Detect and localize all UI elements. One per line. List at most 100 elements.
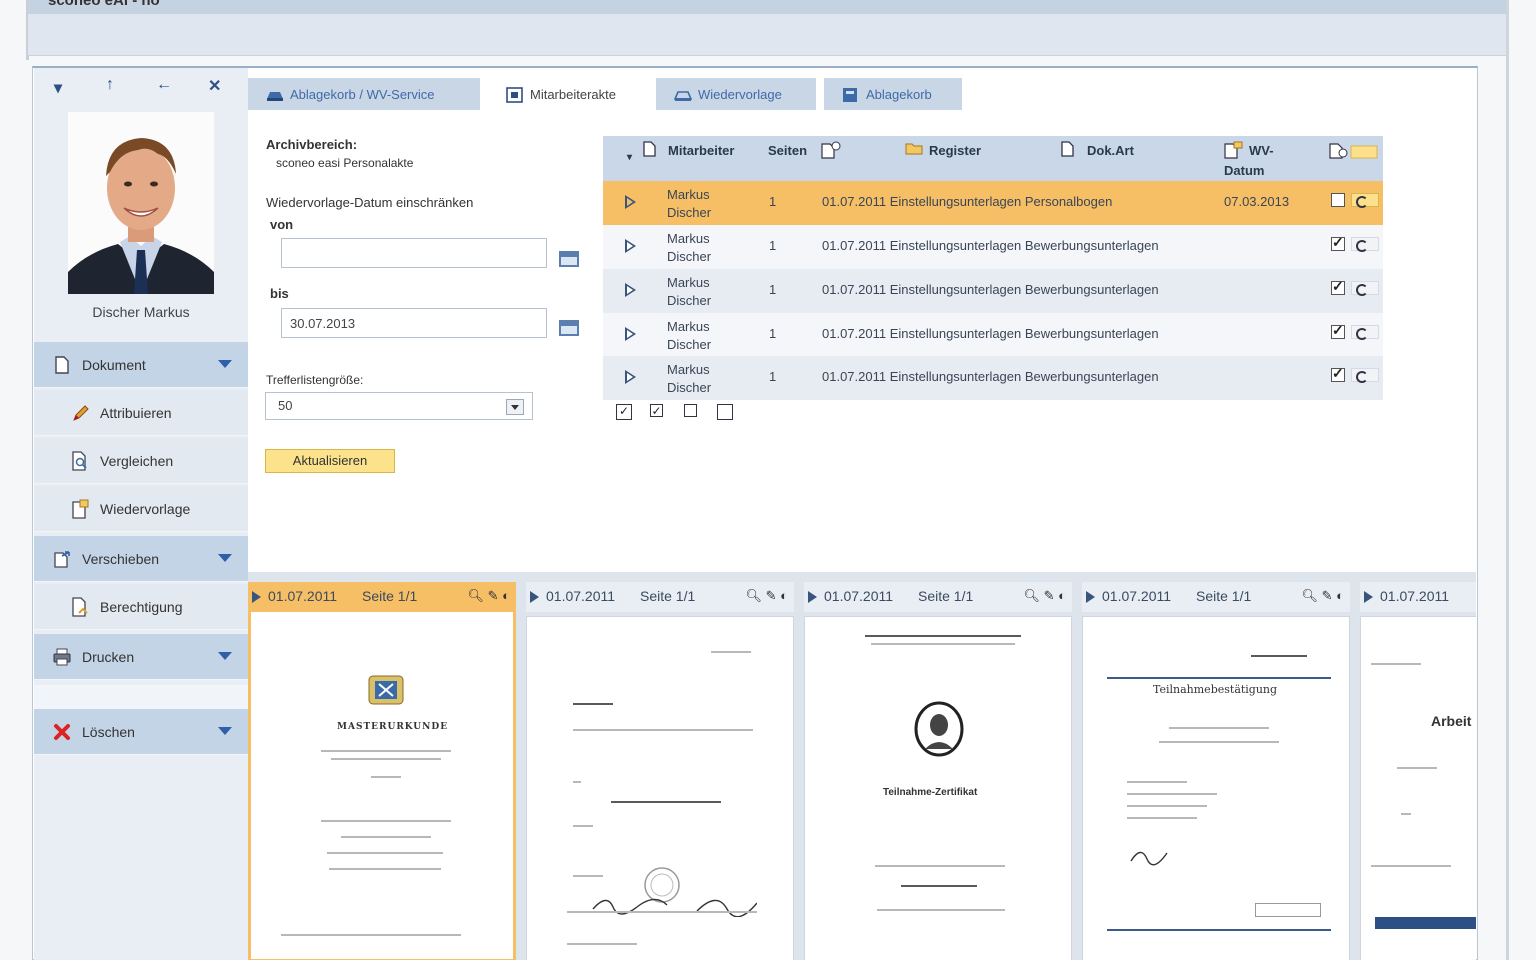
play-icon[interactable]	[625, 195, 636, 209]
person-name: Discher Markus	[92, 304, 190, 320]
play-icon[interactable]	[625, 370, 636, 384]
col-wv-date[interactable]: WV-	[1249, 141, 1274, 161]
row-checkbox[interactable]	[1331, 234, 1345, 251]
sidebar-item-dokument[interactable]: Dokument	[34, 342, 248, 388]
collapse-down-icon[interactable]: ▾	[54, 78, 62, 98]
tab-wiedervorlage[interactable]: Wiedervorlage	[656, 78, 816, 110]
signature-icon	[1130, 851, 1168, 866]
sort-icon[interactable]: ▾	[627, 148, 632, 168]
col-register[interactable]: Register	[929, 141, 981, 161]
play-icon[interactable]	[625, 283, 636, 297]
permission-icon	[70, 596, 90, 617]
listsize-select[interactable]: 50	[265, 392, 533, 420]
to-date-input[interactable]: 30.07.2013	[281, 308, 547, 338]
thumbnail[interactable]: 01.07.2011 Arbeit	[1360, 582, 1476, 960]
play-icon[interactable]	[530, 591, 539, 603]
calendar-icon[interactable]	[559, 251, 579, 267]
chevron-down-icon[interactable]	[218, 652, 232, 660]
table-row[interactable]: Markus Discher 1 01.07.2011 Einstellungsu…	[603, 225, 1383, 269]
tab-label: Wiedervorlage	[698, 86, 782, 102]
edit-icon[interactable]	[1351, 281, 1379, 296]
document-preview: MASTERURKUNDE	[248, 612, 516, 960]
col-pages[interactable]: Seiten	[768, 141, 807, 161]
arrow-up-icon[interactable]: ↑	[106, 76, 114, 94]
calendar-icon[interactable]	[559, 320, 579, 336]
check-all-icon[interactable]: ✓	[616, 404, 632, 420]
printer-icon	[52, 647, 72, 667]
play-icon[interactable]	[1364, 591, 1373, 603]
edit-all-icon[interactable]	[1329, 141, 1379, 167]
row-checkbox[interactable]	[1331, 365, 1345, 382]
row-register: 01.07.2011 Einstellungsunterlagen Bewerb…	[822, 238, 1159, 253]
row-register: 01.07.2011 Einstellungsunterlagen Bewerb…	[822, 326, 1159, 341]
sidebar-item-attribuieren[interactable]: Attribuieren	[34, 390, 248, 436]
page-icon	[1061, 141, 1075, 163]
thumbnail-date: 01.07.2011	[268, 588, 338, 604]
thumbnail-date: 01.07.2011	[1102, 588, 1172, 604]
checkbox-checked-icon[interactable]: ✓	[650, 404, 663, 417]
sidebar-item-label: Verschieben	[82, 550, 160, 567]
magnifier-pencil-icon[interactable]: 🔍︎ ✎ ◐	[468, 588, 510, 604]
sidebar-item-loeschen[interactable]: Löschen	[34, 709, 248, 755]
checkbox-empty-icon[interactable]	[684, 404, 697, 417]
sidebar-item-vergleichen[interactable]: Vergleichen	[34, 438, 248, 484]
from-date-input[interactable]	[281, 238, 547, 268]
row-checkbox[interactable]	[1331, 193, 1345, 207]
document-icon	[52, 355, 72, 375]
sidebar-item-wiedervorlage[interactable]: Wiedervorlage	[34, 486, 248, 532]
sidebar-item-label: Dokument	[82, 356, 146, 373]
document-preview: Arbeit	[1360, 616, 1476, 960]
magnifier-pencil-icon[interactable]: 🔍︎ ✎ ◐	[1024, 588, 1066, 604]
tab-ablagekorb[interactable]: Ablagekorb	[824, 78, 962, 110]
chevron-down-icon[interactable]	[506, 399, 524, 415]
archive-label: Archivbereich:	[266, 137, 358, 152]
document-preview: Teilnahme-Zertifikat	[804, 616, 1072, 960]
inbox-icon	[266, 87, 284, 101]
col-doctype[interactable]: Dok.Art	[1087, 141, 1134, 161]
listsize-value: 50	[278, 398, 293, 413]
row-checkbox[interactable]	[1331, 278, 1345, 295]
title-bar: sconeo eAl - ho	[28, 0, 1508, 14]
magnifier-pencil-icon[interactable]: 🔍︎ ✎ ◐	[1302, 588, 1344, 604]
sidebar-item-verschieben[interactable]: Verschieben	[34, 536, 248, 582]
tab-ablagekorb-wv-service[interactable]: Ablagekorb / WV-Service	[248, 78, 480, 110]
magnifier-pencil-icon[interactable]: 🔍︎ ✎ ◐	[746, 588, 788, 604]
table-row[interactable]: Markus Discher 1 01.07.2011 Einstellungsu…	[603, 313, 1383, 357]
table-row[interactable]: Markus Discher 1 01.07.2011 Einstellungsu…	[603, 181, 1383, 225]
update-button[interactable]: Aktualisieren	[265, 449, 395, 473]
row-name: Markus Discher	[667, 319, 712, 352]
play-icon[interactable]	[625, 239, 636, 253]
thumbnail-header: 01.07.2011 Seite 1/1 🔍︎ ✎ ◐	[248, 582, 516, 612]
chevron-down-icon[interactable]	[218, 360, 232, 368]
row-register: 01.07.2011 Einstellungsunterlagen Bewerb…	[822, 369, 1159, 384]
arrow-left-icon[interactable]: ←	[156, 76, 172, 94]
close-icon[interactable]: ✕	[208, 76, 221, 96]
row-name: Markus Discher	[667, 187, 712, 220]
play-icon[interactable]	[1086, 591, 1095, 603]
edit-icon[interactable]	[1351, 237, 1379, 252]
sidebar-item-drucken[interactable]: Drucken	[34, 634, 248, 680]
play-icon[interactable]	[625, 327, 636, 341]
thumbnail[interactable]: 01.07.2011 Seite 1/1 🔍︎ ✎ ◐ MASTERURKUND…	[248, 582, 516, 960]
thumbnail[interactable]: 01.07.2011 Seite 1/1 🔍︎ ✎ ◐	[526, 582, 794, 960]
play-icon[interactable]	[252, 591, 261, 603]
sidebar-item-berechtigung[interactable]: Berechtigung	[34, 584, 248, 630]
play-icon[interactable]	[808, 591, 817, 603]
row-checkbox[interactable]	[1331, 322, 1345, 339]
edit-icon[interactable]	[1351, 368, 1379, 383]
edit-icon[interactable]	[1351, 325, 1379, 340]
table-row[interactable]: Markus Discher 1 01.07.2011 Einstellungsu…	[603, 356, 1383, 400]
copy-icon[interactable]	[717, 404, 733, 420]
col-employee[interactable]: Mitarbeiter	[668, 141, 734, 161]
edit-icon[interactable]	[1351, 193, 1379, 208]
results-table: ▾ Mitarbeiter Seiten Register Dok.Art WV…	[603, 136, 1383, 400]
thumbnail[interactable]: 01.07.2011 Seite 1/1 🔍︎ ✎ ◐ Teilnahmebes…	[1082, 582, 1350, 960]
table-row[interactable]: Markus Discher 1 01.07.2011 Einstellungsu…	[603, 269, 1383, 313]
chevron-down-icon[interactable]	[218, 727, 232, 735]
tab-mitarbeiterakte[interactable]: Mitarbeiterakte	[488, 78, 648, 110]
row-name: Markus Discher	[667, 231, 712, 264]
toolbar-band	[28, 14, 1508, 56]
thumbnail[interactable]: 01.07.2011 Seite 1/1 🔍︎ ✎ ◐ Teilnahme-Ze…	[804, 582, 1072, 960]
col-wv-date-2[interactable]: Datum	[1224, 161, 1264, 181]
chevron-down-icon[interactable]	[218, 554, 232, 562]
